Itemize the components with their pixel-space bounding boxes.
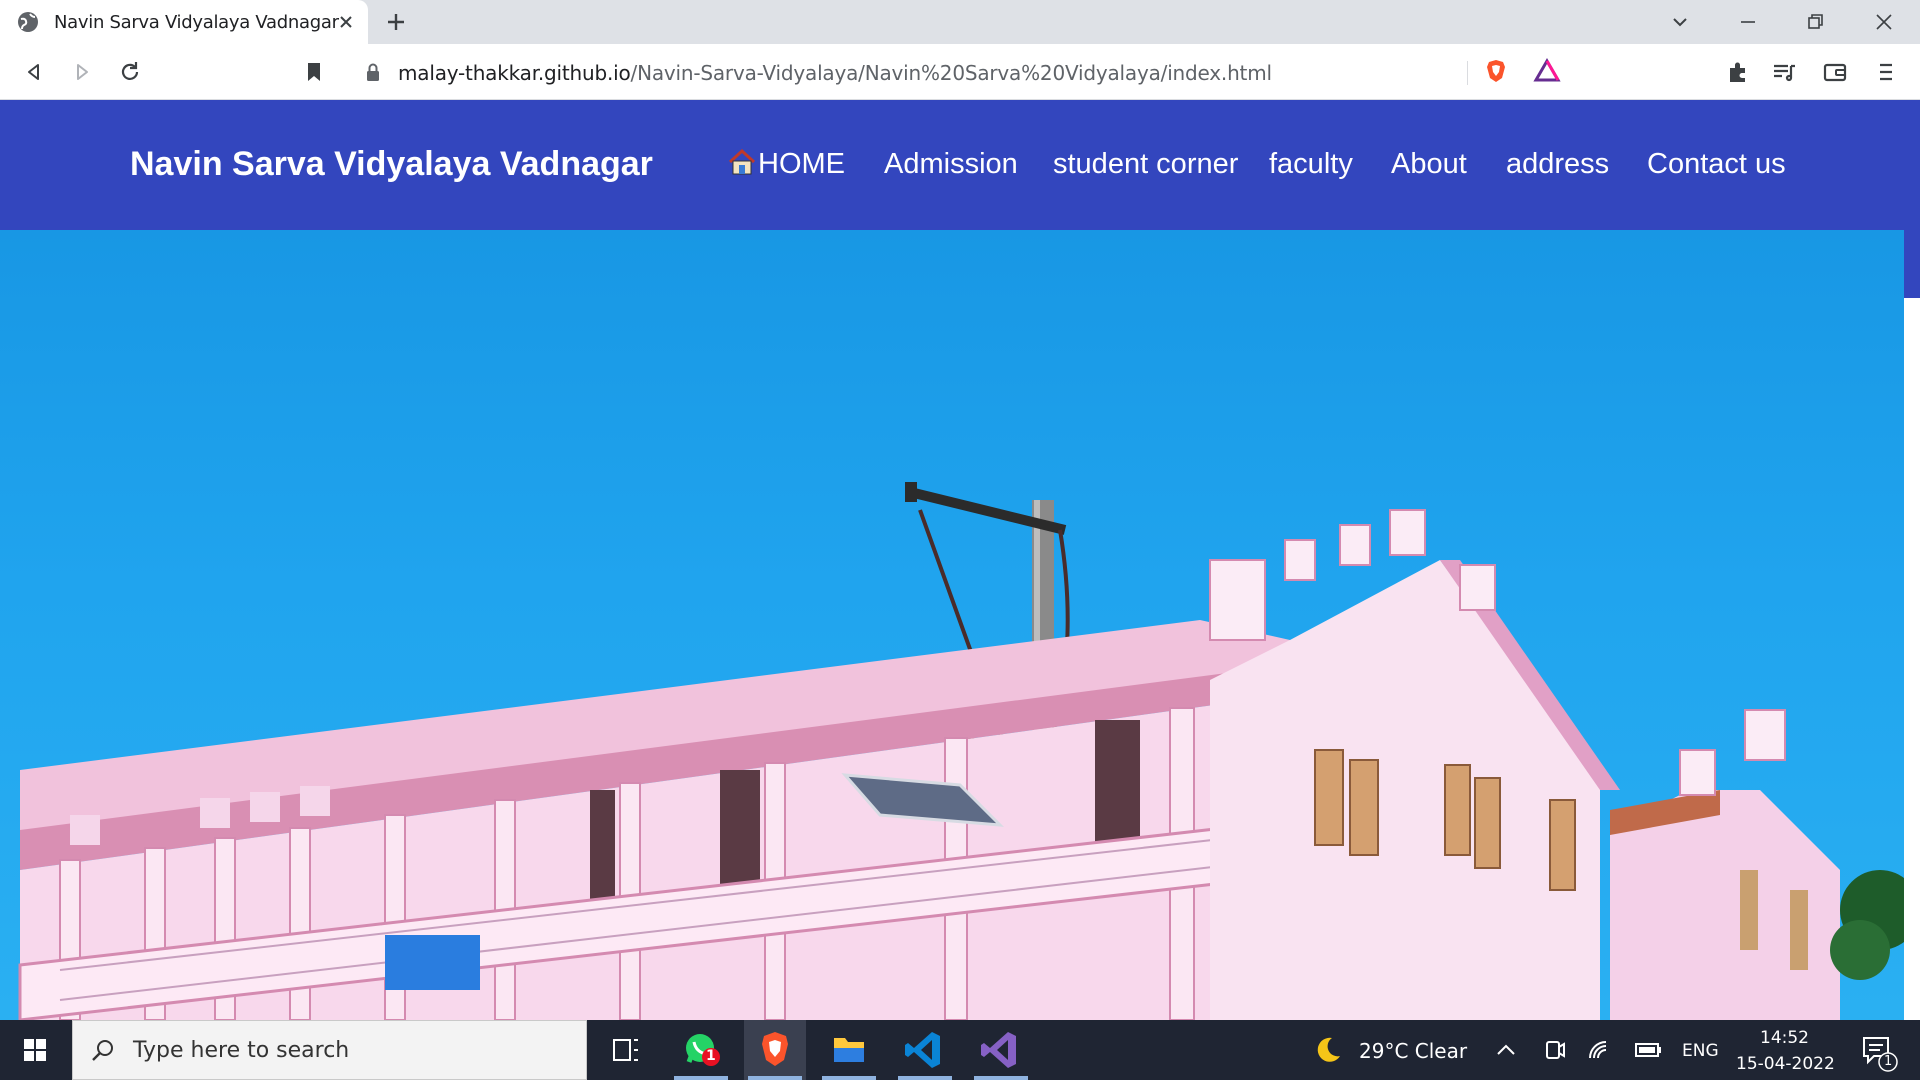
moon-weather-icon[interactable] xyxy=(1310,1020,1346,1080)
house-icon xyxy=(728,148,756,175)
nav-student-corner[interactable]: student corner xyxy=(1053,148,1238,181)
webpage: Navin Sarva Vidyalaya Vadnagar HOME Admi… xyxy=(0,100,1920,1020)
folder-icon xyxy=(834,1038,864,1062)
reload-icon[interactable] xyxy=(116,58,144,86)
scrollbar-thumb[interactable] xyxy=(1904,100,1920,298)
app-running-indicator xyxy=(898,1076,952,1080)
windows-taskbar: Type here to search 1 29°C Clear ENG 14:… xyxy=(0,1020,1920,1080)
extensions-icon[interactable] xyxy=(1724,58,1752,86)
browser-toolbar: malay-thakkar.github.io/Navin-Sarva-Vidy… xyxy=(0,44,1920,100)
notification-count: 1 xyxy=(1884,1054,1893,1069)
clock-time[interactable]: 14:52 xyxy=(1760,1028,1809,1048)
forward-icon[interactable] xyxy=(68,58,96,86)
app-running-indicator xyxy=(674,1076,728,1080)
url-host: malay-thakkar.github.io xyxy=(398,61,631,85)
url-text[interactable]: malay-thakkar.github.io/Navin-Sarva-Vidy… xyxy=(398,61,1272,85)
whatsapp-icon xyxy=(686,1034,720,1066)
restore-icon[interactable] xyxy=(1804,10,1828,34)
language-indicator[interactable]: ENG xyxy=(1682,1041,1719,1061)
address-bar[interactable]: malay-thakkar.github.io/Navin-Sarva-Vidy… xyxy=(350,51,1574,93)
tab-search-icon[interactable] xyxy=(1668,10,1692,34)
hero-image xyxy=(0,230,1904,1020)
nav-home-label: HOME xyxy=(758,148,845,180)
browser-tab[interactable]: Navin Sarva Vidyalaya Vadnagar xyxy=(0,0,368,44)
close-tab-icon[interactable] xyxy=(336,12,356,32)
whatsapp-badge: 1 xyxy=(706,1048,716,1064)
site-brand[interactable]: Navin Sarva Vidyalaya Vadnagar xyxy=(130,145,653,184)
windows-start-icon[interactable] xyxy=(0,1020,70,1080)
browser-tab-strip: Navin Sarva Vidyalaya Vadnagar xyxy=(0,0,1920,44)
taskbar-search[interactable]: Type here to search xyxy=(72,1020,587,1080)
search-placeholder: Type here to search xyxy=(133,1038,350,1063)
url-path: /Navin-Sarva-Vidyalaya/Navin%20Sarva%20V… xyxy=(630,61,1272,85)
brave-rewards-icon[interactable] xyxy=(1533,57,1561,85)
whatsapp-app[interactable]: 1 xyxy=(670,1020,732,1080)
lock-icon[interactable] xyxy=(364,62,382,82)
nav-admission[interactable]: Admission xyxy=(884,148,1018,181)
file-explorer-app[interactable] xyxy=(818,1020,880,1080)
app-running-indicator xyxy=(748,1076,802,1080)
battery-icon[interactable] xyxy=(1630,1020,1666,1080)
clock-date[interactable]: 15-04-2022 xyxy=(1736,1054,1835,1074)
task-view-icon[interactable] xyxy=(594,1020,656,1080)
brave-shields-icon[interactable] xyxy=(1482,57,1510,85)
minimize-icon[interactable] xyxy=(1736,10,1760,34)
bookmark-icon[interactable] xyxy=(300,58,328,86)
wallet-icon[interactable] xyxy=(1821,58,1849,86)
brave-app[interactable] xyxy=(744,1020,806,1080)
vscode-app[interactable] xyxy=(894,1020,956,1080)
close-window-icon[interactable] xyxy=(1872,10,1896,34)
site-navbar: Navin Sarva Vidyalaya Vadnagar HOME Admi… xyxy=(0,100,1904,230)
nav-faculty[interactable]: faculty xyxy=(1269,148,1353,181)
visual-studio-icon xyxy=(981,1032,1016,1068)
visual-studio-app[interactable] xyxy=(970,1020,1032,1080)
brave-icon xyxy=(762,1032,788,1066)
nav-home[interactable]: HOME xyxy=(728,148,845,181)
app-running-indicator xyxy=(822,1076,876,1080)
vscode-icon xyxy=(905,1032,940,1068)
notification-icon[interactable] xyxy=(1852,1020,1902,1080)
new-tab-icon[interactable] xyxy=(384,10,408,34)
omnibox-divider xyxy=(1467,61,1468,85)
weather-text[interactable]: 29°C Clear xyxy=(1359,1039,1467,1063)
app-running-indicator xyxy=(974,1076,1028,1080)
nav-about[interactable]: About xyxy=(1391,148,1467,181)
search-icon xyxy=(92,1040,113,1061)
nav-address[interactable]: address xyxy=(1506,148,1609,181)
wifi-icon[interactable] xyxy=(1582,1020,1618,1080)
chevron-up-icon[interactable] xyxy=(1488,1020,1524,1080)
globe-icon xyxy=(18,12,38,32)
menu-icon[interactable] xyxy=(1872,58,1900,86)
meet-now-icon[interactable] xyxy=(1536,1020,1572,1080)
back-icon[interactable] xyxy=(20,58,48,86)
reading-list-icon[interactable] xyxy=(1770,58,1798,86)
tab-title: Navin Sarva Vidyalaya Vadnagar xyxy=(54,12,339,33)
nav-contact-us[interactable]: Contact us xyxy=(1647,148,1786,181)
school-building-photo xyxy=(18,482,1904,1020)
